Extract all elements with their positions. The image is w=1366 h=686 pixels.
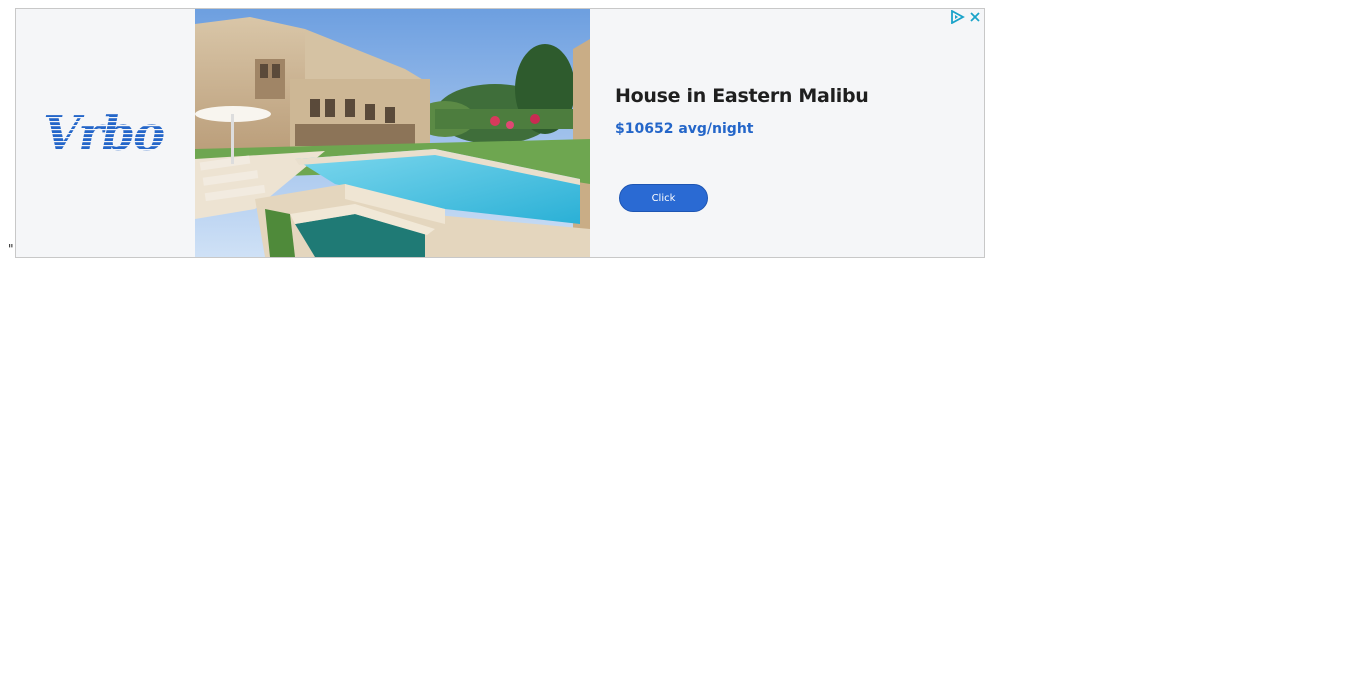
close-icon[interactable] [968,10,982,24]
property-photo[interactable] [195,9,590,257]
cta-button[interactable]: Click [619,184,708,212]
adchoices-icon[interactable] [949,10,965,24]
ad-banner[interactable]: Vrbo House in Eastern Malibu $10652 avg/… [15,8,985,258]
villa-pool-image [195,9,590,257]
svg-text:Vrbo: Vrbo [43,109,164,157]
listing-title[interactable]: House in Eastern Malibu [615,85,869,107]
stray-quote-text: " [8,242,14,256]
vrbo-logo: Vrbo [43,109,166,157]
listing-price: $10652 avg/night [615,121,754,137]
listing-info: House in Eastern Malibu $10652 avg/night… [615,9,955,257]
brand-logo-panel[interactable]: Vrbo [16,9,195,257]
